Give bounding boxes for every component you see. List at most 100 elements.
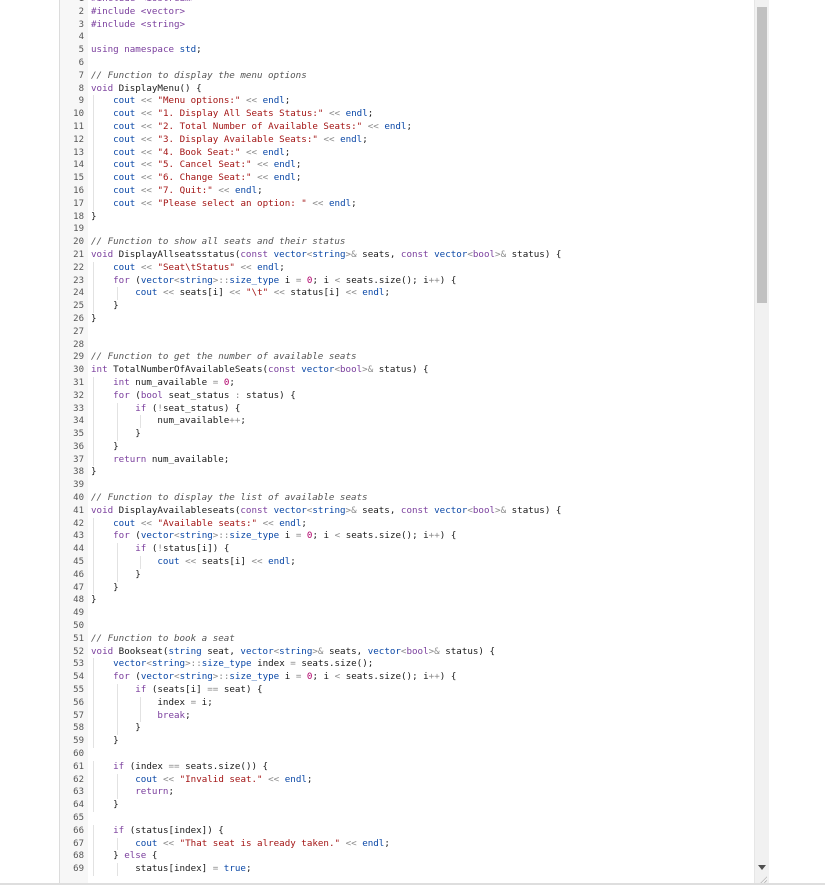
- code-line[interactable]: 53 vector<string>::size_type index = sea…: [60, 658, 755, 672]
- code-line[interactable]: 62 cout << "Invalid seat." << endl;: [60, 773, 755, 787]
- line-number: 8: [78, 83, 84, 94]
- code-line[interactable]: 5 using namespace std;: [60, 44, 755, 57]
- code-line[interactable]: 32 for (bool seat_status : status) {: [60, 389, 755, 403]
- code-line[interactable]: 2 #include <vector>: [60, 6, 755, 19]
- code-line[interactable]: 19: [60, 223, 755, 236]
- code-line[interactable]: 54 for (vector<string>::size_type i = 0;…: [60, 671, 755, 685]
- code-line[interactable]: 6: [60, 57, 755, 70]
- code-line[interactable]: 57 break;: [60, 709, 755, 723]
- line-number: 22: [73, 262, 84, 273]
- code-line[interactable]: 28: [60, 339, 755, 352]
- code-line[interactable]: 42 cout << "Available seats:" << endl;: [60, 517, 755, 531]
- code-line[interactable]: 58 }: [60, 722, 755, 736]
- code-line[interactable]: 48}: [60, 594, 755, 607]
- code-line[interactable]: 15 cout << "6. Change Seat:" << endl;: [60, 172, 755, 185]
- scrollbar-thumb[interactable]: [757, 7, 767, 303]
- code-line[interactable]: 67 cout << "That seat is already taken."…: [60, 837, 755, 851]
- line-number: 20: [73, 237, 84, 248]
- code-line[interactable]: 14 cout << "5. Cancel Seat:" << endl;: [60, 159, 755, 173]
- code-line[interactable]: 23 for (vector<string>::size_type i = 0;…: [60, 274, 755, 288]
- code-line[interactable]: 44 if (!status[i]) {: [60, 543, 755, 557]
- resize-handle-icon[interactable]: [760, 876, 767, 883]
- code-line[interactable]: 36 }: [60, 440, 755, 454]
- code-text: status[index] = true;: [91, 863, 252, 875]
- code-line[interactable]: 33 if (!seat_status) {: [60, 402, 755, 416]
- code-line[interactable]: 68 } else {: [60, 850, 755, 864]
- code-line[interactable]: 49: [60, 607, 755, 620]
- code-line[interactable]: 9 cout << "Menu options:" << endl;: [60, 95, 755, 109]
- code-text: void DisplayMenu() {: [91, 82, 202, 94]
- code-line[interactable]: 27: [60, 326, 755, 339]
- code-line[interactable]: 55 if (seats[i] == seat) {: [60, 684, 755, 697]
- line-number: 52: [73, 646, 84, 657]
- code-line[interactable]: 69 status[index] = true;: [60, 863, 755, 876]
- code-line[interactable]: 31 int num_available = 0;: [60, 376, 755, 390]
- line-number: 43: [73, 531, 84, 542]
- code-line[interactable]: 63 return;: [60, 786, 755, 800]
- code-line[interactable]: 12 cout << "3. Display Available Seats:"…: [60, 133, 755, 147]
- code-line[interactable]: 56 index = i;: [60, 696, 755, 710]
- code-text: cout << "Available seats:" << endl;: [113, 517, 307, 529]
- line-number: 58: [73, 723, 84, 734]
- code-text: }: [91, 594, 97, 606]
- code-line[interactable]: 35 }: [60, 428, 755, 441]
- scroll-down-arrow-icon[interactable]: [758, 865, 766, 870]
- code-line[interactable]: 50: [60, 620, 755, 633]
- code-text: cout << "6. Change Seat:" << endl;: [113, 172, 302, 184]
- code-line[interactable]: 30 int TotalNumberOfAvailableSeats(const …: [60, 364, 755, 377]
- line-number: 19: [73, 224, 84, 235]
- code-line[interactable]: 39: [60, 479, 755, 492]
- code-line[interactable]: 21 void DisplayAllseatsstatus(const vecto…: [60, 249, 755, 262]
- code-line[interactable]: 4: [60, 31, 755, 44]
- line-number: 25: [73, 301, 84, 312]
- code-line[interactable]: 24 cout << seats[i] << "\t" << status[i]…: [60, 287, 755, 301]
- code-line[interactable]: 43 for (vector<string>::size_type i = 0;…: [60, 530, 755, 544]
- code-line[interactable]: 8 void DisplayMenu() {: [60, 83, 755, 96]
- code-line[interactable]: 26}: [60, 313, 755, 326]
- code-editor[interactable]: 1#include <iostream>2#include <vector>3#…: [59, 0, 756, 884]
- code-line[interactable]: 10 cout << "1. Display All Seats Status:…: [60, 108, 755, 121]
- line-number: 2: [78, 6, 84, 17]
- code-line[interactable]: 29 // Function to get the number of avail…: [60, 351, 755, 364]
- code-text: }: [91, 428, 141, 440]
- code-line[interactable]: 25 }: [60, 300, 755, 313]
- code-line[interactable]: 64 }: [60, 799, 755, 812]
- code-line[interactable]: 45 cout << seats[i] << endl;: [60, 556, 755, 569]
- code-line[interactable]: 38}: [60, 466, 755, 479]
- code-line[interactable]: 41 void DisplayAvailableseats(const vecto…: [60, 505, 755, 518]
- code-line[interactable]: 16 cout << "7. Quit:" << endl;: [60, 184, 755, 198]
- code-line[interactable]: 47 }: [60, 581, 755, 595]
- code-text: }: [91, 735, 119, 747]
- code-line[interactable]: 65: [60, 812, 755, 825]
- code-line[interactable]: 46 }: [60, 568, 755, 582]
- code-line[interactable]: 34 num_available++;: [60, 415, 755, 429]
- code-line[interactable]: 17 cout << "Please select an option: " <…: [60, 197, 755, 211]
- code-text: void DisplayAllseatsstatus(const vector<…: [91, 248, 562, 260]
- line-number: 3: [78, 19, 84, 30]
- line-number: 13: [73, 147, 84, 158]
- line-number: 50: [73, 621, 84, 632]
- code-line[interactable]: 7 // Function to display the menu options: [60, 70, 755, 83]
- vertical-scrollbar[interactable]: [754, 0, 769, 883]
- code-text: if (status[index]) {: [113, 824, 224, 836]
- code-line[interactable]: 40 // Function to display the list of ava…: [60, 492, 755, 505]
- code-line[interactable]: 61 if (index == seats.size()) {: [60, 760, 755, 774]
- code-line[interactable]: 22 cout << "Seat\tStatus" << endl;: [60, 261, 755, 275]
- code-line[interactable]: 60: [60, 748, 755, 761]
- code-line[interactable]: 59 }: [60, 735, 755, 749]
- code-line[interactable]: 66 if (status[index]) {: [60, 824, 755, 838]
- code-line[interactable]: 13 cout << "4. Book Seat:" << endl;: [60, 146, 755, 160]
- line-number: 21: [73, 249, 84, 260]
- code-line[interactable]: 11 cout << "2. Total Number of Available…: [60, 120, 755, 134]
- code-line[interactable]: 37 return num_available;: [60, 453, 755, 467]
- line-number: 46: [73, 569, 84, 580]
- code-line[interactable]: 51 // Function to book a seat: [60, 633, 755, 646]
- code-line[interactable]: 3 #include <string>: [60, 19, 755, 32]
- code-line[interactable]: 52 void Bookseat(string seat, vector<stri…: [60, 646, 755, 659]
- code-line[interactable]: 18}: [60, 211, 755, 224]
- line-number: 11: [73, 121, 84, 132]
- line-number: 6: [78, 57, 84, 68]
- code-line[interactable]: 20 // Function to show all seats and thei…: [60, 236, 755, 249]
- code-area[interactable]: 1#include <iostream>2#include <vector>3#…: [60, 0, 755, 876]
- line-number: 36: [73, 441, 84, 452]
